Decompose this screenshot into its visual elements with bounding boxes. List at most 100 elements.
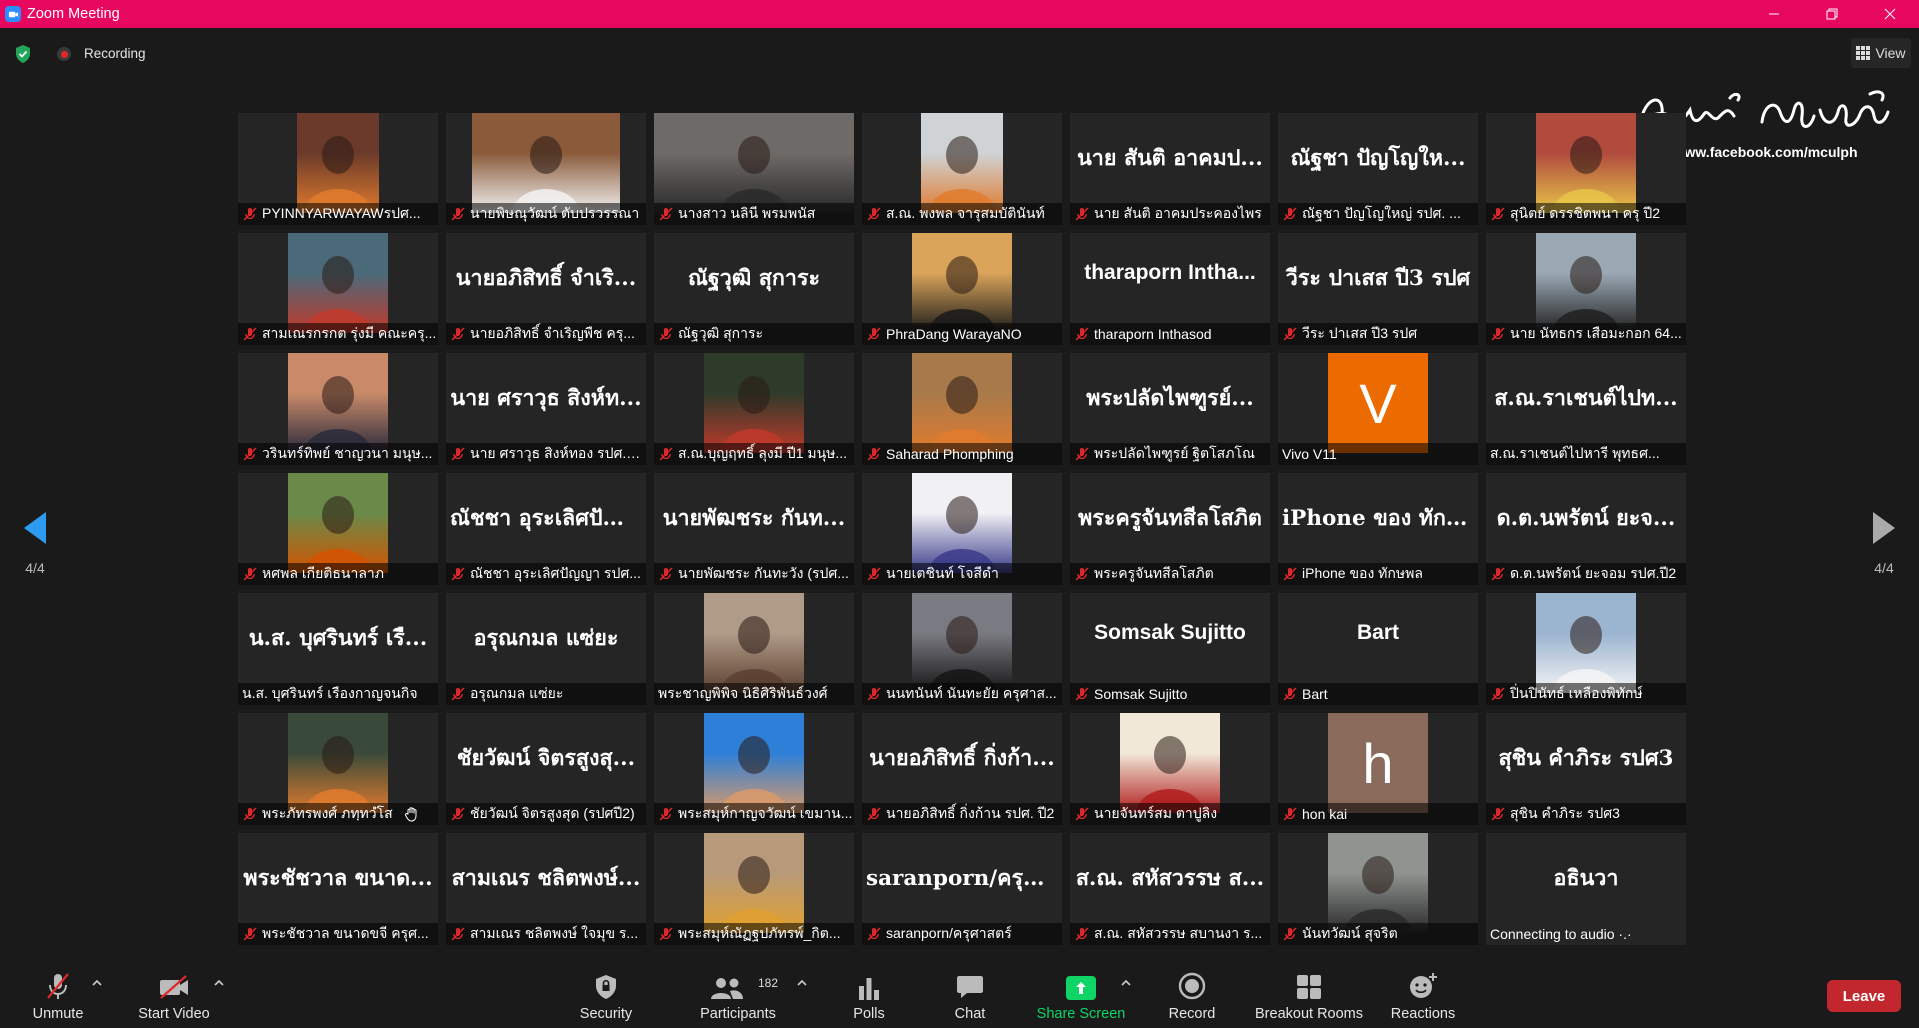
- participants-button[interactable]: 182 Participants: [694, 966, 782, 1028]
- participant-tile[interactable]: ส.ณ.ราเชนต์ไปท... ส.ณ.ราเชนต์ไปหารี พุทธศ…: [1486, 353, 1686, 465]
- participant-tile[interactable]: นายอภิสิทธิ์ กิ่งก้า... นายอภิสิทธิ์ กิ่ง…: [862, 713, 1062, 825]
- grid-view-icon: [1856, 46, 1871, 60]
- participant-tile[interactable]: พระชาญพิพิจ นิธิศิริพันธ์วงศ์: [654, 593, 854, 705]
- share-screen-button[interactable]: Share Screen: [1031, 966, 1131, 1028]
- participant-tile[interactable]: สามเณร ชลิตพงษ์... สามเณร ชลิตพงษ์ ใจมุข …: [446, 833, 646, 945]
- security-shield-icon: [596, 975, 616, 999]
- participant-name-label: ณัชชา อุระเลิศปัญญา รปศ...: [446, 563, 646, 585]
- muted-mic-icon: [451, 687, 465, 701]
- participant-name-label: ชัยวัฒน์ จิตรสูงสุด (รปศปี2): [446, 803, 646, 825]
- participant-tile[interactable]: นาย ศราวุธ สิงห์ท... นาย ศราวุธ สิงห์ทอง …: [446, 353, 646, 465]
- muted-mic-icon: [1491, 327, 1505, 341]
- muted-mic-icon: [1075, 207, 1089, 221]
- participant-tile[interactable]: พระสมุห์กาญจวัฒน์ เขมาน...: [654, 713, 854, 825]
- participant-display-name: นายพัฒชระ กันท...: [662, 506, 846, 531]
- next-page-nav[interactable]: 4/4: [1864, 510, 1904, 576]
- participant-tile[interactable]: นายพัฒชระ กันท... นายพัฒชระ กันทะวัง (รปศ…: [654, 473, 854, 585]
- muted-mic-icon: [1075, 807, 1089, 821]
- participant-display-name: iPhone ของ ทักษ...: [1282, 506, 1478, 531]
- participant-display-name: ส.ณ. สหัสวรรษ ส...: [1075, 866, 1265, 891]
- participant-tile[interactable]: สุชิน คำภิระ รปศ3 สุชิน คำภิระ รปศ3: [1486, 713, 1686, 825]
- breakout-rooms-button[interactable]: Breakout Rooms: [1250, 966, 1368, 1028]
- raised-hand-icon: [404, 807, 417, 822]
- participant-tile[interactable]: นายพิษณุวัฒน์ ตับปรวรรณา: [446, 113, 646, 225]
- muted-mic-icon: [659, 207, 673, 221]
- participant-tile[interactable]: Saharad Phomphing: [862, 353, 1062, 465]
- participants-options-caret-icon[interactable]: [796, 978, 808, 988]
- participant-tile[interactable]: พระปลัดไพฑูรย์... พระปลัดไพฑูรย์ ฐิตโสภโณ: [1070, 353, 1270, 465]
- participant-tile[interactable]: Somsak Sujitto Somsak Sujitto: [1070, 593, 1270, 705]
- muted-mic-icon: [1283, 687, 1297, 701]
- minimize-button[interactable]: [1745, 0, 1803, 28]
- participant-tile[interactable]: อรุณกมล แซ่ยะ อรุณกมล แซ่ยะ: [446, 593, 646, 705]
- participant-tile[interactable]: สามเณรกรกต รุ่งมี คณะครุ...: [238, 233, 438, 345]
- unmute-button[interactable]: Unmute: [24, 966, 92, 1028]
- participant-tile[interactable]: Bart Bart: [1278, 593, 1478, 705]
- participant-tile[interactable]: พระครูจันทสีลโสภิต พระครูจันทสีลโสภิต: [1070, 473, 1270, 585]
- restore-button[interactable]: [1803, 0, 1861, 28]
- participant-tile[interactable]: ชัยวัฒน์ จิตรสูงสุ... ชัยวัฒน์ จิตรสูงสุด…: [446, 713, 646, 825]
- polls-button[interactable]: Polls: [838, 966, 900, 1028]
- participant-tile[interactable]: พระชัชวาล ขนาด... พระชัชวาล ขนาดขจี ครุศ.…: [238, 833, 438, 945]
- participant-tile[interactable]: ณัฐชา ปัญโญให... ณัฐชา ปัญโญใหญ่ รปศ. ...: [1278, 113, 1478, 225]
- participant-tile[interactable]: PhraDang WarayaNO: [862, 233, 1062, 345]
- previous-page-nav[interactable]: 4/4: [15, 510, 55, 576]
- share-options-caret-icon[interactable]: [1120, 978, 1132, 988]
- participant-tile[interactable]: วีระ ปาเสส ปี3 รปศ วีระ ปาเสส ปี3 รปศ: [1278, 233, 1478, 345]
- leave-button[interactable]: Leave: [1827, 980, 1901, 1012]
- participant-tile[interactable]: ส.ณ.บุญฤทธิ์ ลุงมี ปี1 มนุษ...: [654, 353, 854, 465]
- encryption-shield-icon[interactable]: [14, 44, 32, 64]
- participant-tile[interactable]: พระภัทรพงศ์ ภทฺทวํโส: [238, 713, 438, 825]
- recording-label[interactable]: Recording: [84, 46, 146, 61]
- participant-tile[interactable]: iPhone ของ ทักษ... iPhone ของ ทักษพล: [1278, 473, 1478, 585]
- participant-tile[interactable]: tharaporn Intha... tharaporn Inthasod: [1070, 233, 1270, 345]
- audio-options-caret-icon[interactable]: [91, 978, 103, 988]
- security-button[interactable]: Security: [572, 966, 640, 1028]
- participant-tile[interactable]: นนทนันท์ นันทะยัย ครุศาส...: [862, 593, 1062, 705]
- participant-tile[interactable]: h hon kai: [1278, 713, 1478, 825]
- participant-name-label: นายเตชินท์ โจสีดำ: [862, 563, 1062, 585]
- participant-name-label: นายอภิสิทธิ์ กิ่งก้าน รปศ. ปี2: [862, 803, 1062, 825]
- participant-tile[interactable]: น.ส. บุศรินทร์ เรื... น.ส. บุศรินทร์ เรือ…: [238, 593, 438, 705]
- video-off-icon: [160, 975, 188, 999]
- participant-display-name: ชัยวัฒน์ จิตรสูงสุ...: [456, 746, 636, 771]
- participant-tile[interactable]: สุนิตย์ ดรรชิตพนา ครุ ปี2: [1486, 113, 1686, 225]
- participant-tile[interactable]: ส.ณ. สหัสวรรษ ส... ส.ณ. สหัสวรรษ สบานงา ร…: [1070, 833, 1270, 945]
- participant-tile[interactable]: พระสมุห์ณัฏฐปภัทรพ์_กิต...: [654, 833, 854, 945]
- video-options-caret-icon[interactable]: [213, 978, 225, 988]
- participant-tile[interactable]: PYINNYARWAYAWรปศ...: [238, 113, 438, 225]
- participant-tile[interactable]: นางสาว นลินี พรมพนัส: [654, 113, 854, 225]
- participant-tile[interactable]: ด.ต.นพรัตน์ ยะจ... ด.ต.นพรัตน์ ยะจอม รปศ.…: [1486, 473, 1686, 585]
- meeting-topbar: Recording View: [0, 28, 1919, 80]
- participant-tile[interactable]: ปิ่นปินัทธ์ เหลืองพิทักษ์: [1486, 593, 1686, 705]
- participant-tile[interactable]: ส.ณ. พงพล จารุสมบัตินันท์: [862, 113, 1062, 225]
- participant-video-thumbnail: [288, 713, 388, 813]
- participant-tile[interactable]: V Vivo V11: [1278, 353, 1478, 465]
- participant-video-thumbnail: [704, 833, 804, 933]
- participant-tile[interactable]: อธินวา Connecting to audio ·.·: [1486, 833, 1686, 945]
- start-video-button[interactable]: Start Video: [132, 966, 216, 1028]
- muted-mic-icon: [1075, 687, 1089, 701]
- participant-tile[interactable]: นาย นัทธกร เสือมะกอก 64...: [1486, 233, 1686, 345]
- participant-tile[interactable]: นายเตชินท์ โจสีดำ: [862, 473, 1062, 585]
- next-page-arrow-icon[interactable]: [1871, 510, 1897, 546]
- participant-tile[interactable]: นันทวัฒน์ สุจริต: [1278, 833, 1478, 945]
- previous-page-arrow-icon[interactable]: [22, 510, 48, 546]
- participant-tile[interactable]: นายจันทร์สม ตาปูลิง: [1070, 713, 1270, 825]
- chat-bubble-icon: [957, 976, 983, 998]
- reactions-button[interactable]: Reactions: [1388, 966, 1458, 1028]
- participant-tile[interactable]: วรินทร์ทิพย์ ชาญวนา มนุษ...: [238, 353, 438, 465]
- participant-tile[interactable]: นาย สันติ อาคมป... นาย สันติ อาคมประคองไพ…: [1070, 113, 1270, 225]
- participant-tile[interactable]: ณัฐวุฒิ สุการะ ณัฐวุฒิ สุการะ: [654, 233, 854, 345]
- participant-tile[interactable]: saranporn/ครุศา... saranporn/ครุศาสตร์: [862, 833, 1062, 945]
- view-button[interactable]: View: [1851, 38, 1911, 68]
- participant-tile[interactable]: หศพล เกียติธนาลาภ: [238, 473, 438, 585]
- participant-tile[interactable]: ณัชชา อุระเลิศปัญ... ณัชชา อุระเลิศปัญญา …: [446, 473, 646, 585]
- record-button[interactable]: Record: [1160, 966, 1224, 1028]
- participant-tile[interactable]: นายอภิสิทธิ์ จำเริ... นายอภิสิทธิ์ จำเริญ…: [446, 233, 646, 345]
- close-window-button[interactable]: [1861, 0, 1919, 28]
- participant-video-thumbnail: [1536, 233, 1636, 333]
- muted-mic-icon: [1283, 807, 1297, 821]
- microphone-muted-icon: [47, 973, 69, 999]
- chat-button[interactable]: Chat: [939, 966, 1001, 1028]
